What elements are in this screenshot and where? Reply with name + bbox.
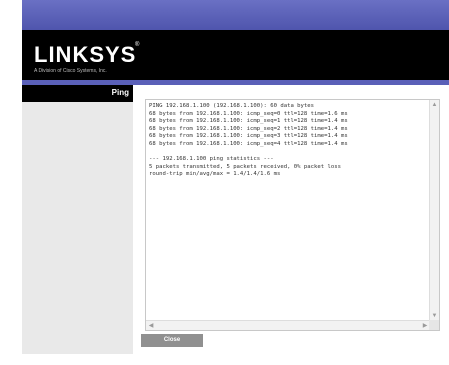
sidebar: Ping <box>22 85 133 354</box>
registered-mark: ® <box>135 42 140 48</box>
scroll-corner <box>429 320 439 330</box>
close-button[interactable]: Close <box>141 334 203 347</box>
sidebar-title-bar: Ping <box>22 85 133 102</box>
logo-tagline: A Division of Cisco Systems, Inc. <box>34 68 107 74</box>
page-title: Ping <box>111 88 129 97</box>
top-bar <box>22 0 449 30</box>
ping-output-textarea[interactable]: PING 192.168.1.100 (192.168.1.100): 60 d… <box>145 99 440 331</box>
horizontal-scrollbar[interactable]: ◀ ▶ <box>146 320 430 330</box>
linksys-logo: LINKSYS <box>34 42 137 67</box>
scroll-down-arrow-icon[interactable]: ▼ <box>431 312 438 320</box>
scroll-left-arrow-icon[interactable]: ◀ <box>147 322 155 330</box>
scroll-right-arrow-icon[interactable]: ▶ <box>421 322 429 330</box>
vertical-scrollbar[interactable]: ▲ ▼ <box>429 100 439 321</box>
bottom-frame <box>22 354 449 365</box>
page: LINKSYS ® A Division of Cisco Systems, I… <box>0 0 449 365</box>
scroll-up-arrow-icon[interactable]: ▲ <box>431 101 438 109</box>
ping-output-text: PING 192.168.1.100 (192.168.1.100): 60 d… <box>149 103 348 178</box>
header: LINKSYS ® A Division of Cisco Systems, I… <box>22 30 449 80</box>
left-frame <box>0 0 22 365</box>
main-content: PING 192.168.1.100 (192.168.1.100): 60 d… <box>133 85 449 354</box>
